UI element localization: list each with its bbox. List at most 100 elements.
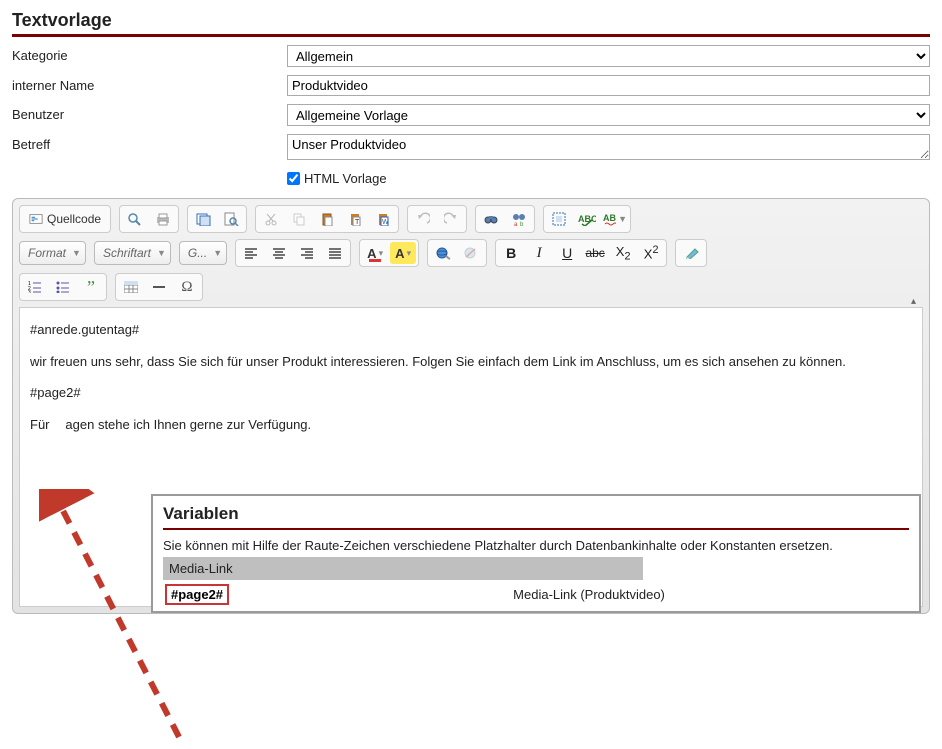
- spellcheck-icon: ABC: [578, 212, 596, 226]
- binoculars-icon: [483, 212, 499, 226]
- remove-format-button[interactable]: [678, 242, 704, 264]
- editor-line-4: Für Fragen stehe ich Ihnen gerne zur Ver…: [30, 415, 912, 435]
- editor-line-2: wir freuen uns sehr, dass Sie sich für u…: [30, 352, 912, 372]
- bold-button[interactable]: B: [498, 242, 524, 264]
- svg-text:ABC: ABC: [603, 213, 616, 223]
- link-globe-icon: [435, 246, 451, 260]
- text-color-button[interactable]: A▾: [362, 242, 388, 264]
- svg-text:W: W: [382, 219, 389, 226]
- unlink-globe-icon: [463, 246, 479, 260]
- table-button[interactable]: [118, 276, 144, 298]
- row-internal-name: interner Name: [12, 71, 930, 100]
- eraser-icon: [683, 247, 699, 259]
- svg-text:a: a: [514, 222, 518, 226]
- source-button[interactable]: Quellcode: [22, 208, 108, 230]
- unordered-list-button[interactable]: [50, 276, 76, 298]
- html-template-checkbox[interactable]: [287, 172, 300, 185]
- html-template-label: HTML Vorlage: [304, 171, 387, 186]
- variables-desc: Sie können mit Hilfe der Raute-Zeichen v…: [163, 534, 909, 557]
- select-all-icon: [552, 212, 566, 226]
- align-left-button[interactable]: [238, 242, 264, 264]
- paste-button[interactable]: [314, 208, 340, 230]
- category-select[interactable]: Allgemein: [287, 45, 930, 67]
- paste-text-button[interactable]: T: [342, 208, 368, 230]
- align-justify-button[interactable]: [322, 242, 348, 264]
- align-right-button[interactable]: [294, 242, 320, 264]
- label-category: Kategorie: [12, 45, 287, 63]
- spellcheck-button[interactable]: ABC: [574, 208, 600, 230]
- page-title: Textvorlage: [12, 10, 930, 37]
- spellcheck-toggle-icon: ABC: [603, 212, 616, 226]
- superscript-button[interactable]: X2: [638, 242, 664, 264]
- bg-color-button[interactable]: A▾: [390, 242, 416, 264]
- toolbar-row-1: Quellcode T W ab ABC ABC▼: [19, 205, 923, 233]
- label-user: Benutzer: [12, 104, 287, 122]
- variables-group-label: Media-Link: [163, 557, 643, 580]
- variables-panel: Variablen Sie können mit Hilfe der Raute…: [151, 494, 921, 613]
- ul-icon: [56, 281, 70, 293]
- align-right-icon: [300, 247, 314, 259]
- replace-icon: ab: [511, 212, 527, 226]
- row-subject: Betreff Unser Produktvideo: [12, 130, 930, 167]
- svg-text:T: T: [355, 219, 360, 226]
- paste-text-icon: T: [348, 212, 362, 226]
- font-combo[interactable]: Schriftart▼: [94, 241, 171, 265]
- ordered-list-button[interactable]: 123: [22, 276, 48, 298]
- label-internal-name: interner Name: [12, 75, 287, 93]
- unlink-button[interactable]: [458, 242, 484, 264]
- templates-button[interactable]: [190, 208, 216, 230]
- svg-text:ABC: ABC: [578, 214, 596, 224]
- undo-icon: [416, 212, 430, 226]
- toolbar-row-2: Format▼ Schriftart▼ G...▼ A▾ A▾ B I U ab…: [19, 239, 923, 267]
- source-icon: [29, 212, 43, 226]
- editor-container: Quellcode T W ab ABC ABC▼: [12, 198, 930, 614]
- italic-button[interactable]: I: [526, 242, 552, 264]
- cut-button[interactable]: [258, 208, 284, 230]
- find-button[interactable]: [478, 208, 504, 230]
- magnifier-icon: [127, 212, 143, 226]
- hr-button[interactable]: [146, 276, 172, 298]
- print-icon: [155, 212, 171, 226]
- row-html-template: HTML Vorlage: [12, 167, 930, 190]
- align-left-icon: [244, 247, 258, 259]
- hr-icon: [152, 281, 166, 293]
- row-user: Benutzer Allgemeine Vorlage: [12, 100, 930, 130]
- paste-icon: [320, 212, 334, 226]
- variables-title: Variablen: [163, 504, 909, 530]
- user-select[interactable]: Allgemeine Vorlage: [287, 104, 930, 126]
- subscript-button[interactable]: X2: [610, 242, 636, 264]
- blockquote-button[interactable]: ”: [78, 276, 104, 298]
- variable-row[interactable]: #page2# Media-Link (Produktvideo): [163, 580, 909, 611]
- page-preview-button[interactable]: [218, 208, 244, 230]
- editor-line-1: #anrede.gutentag#: [30, 320, 912, 340]
- replace-button[interactable]: ab: [506, 208, 532, 230]
- page-magnifier-icon: [223, 212, 239, 226]
- table-icon: [124, 281, 138, 293]
- paste-word-icon: W: [376, 212, 390, 226]
- select-all-button[interactable]: [546, 208, 572, 230]
- strike-button[interactable]: abc: [582, 242, 608, 264]
- copy-button[interactable]: [286, 208, 312, 230]
- print-button[interactable]: [150, 208, 176, 230]
- preview-button[interactable]: [122, 208, 148, 230]
- subject-textarea[interactable]: Unser Produktvideo: [287, 134, 930, 160]
- row-category: Kategorie Allgemein: [12, 41, 930, 71]
- underline-button[interactable]: U: [554, 242, 580, 264]
- paste-word-button[interactable]: W: [370, 208, 396, 230]
- cut-icon: [264, 212, 278, 226]
- link-button[interactable]: [430, 242, 456, 264]
- ol-icon: 123: [28, 281, 42, 293]
- toolbar-row-3: 123 ” Ω: [19, 273, 923, 301]
- label-subject: Betreff: [12, 134, 287, 152]
- format-combo[interactable]: Format▼: [19, 241, 86, 265]
- size-combo[interactable]: G...▼: [179, 241, 227, 265]
- redo-button[interactable]: [438, 208, 464, 230]
- variable-tag: #page2#: [165, 584, 229, 605]
- special-char-button[interactable]: Ω: [174, 276, 200, 298]
- undo-button[interactable]: [410, 208, 436, 230]
- internal-name-input[interactable]: [287, 75, 930, 96]
- editor-line-3: #page2#: [30, 383, 912, 403]
- spellcheck-toggle-button[interactable]: ABC▼: [602, 208, 628, 230]
- align-center-button[interactable]: [266, 242, 292, 264]
- collapse-toolbar-icon[interactable]: ▴: [911, 294, 916, 309]
